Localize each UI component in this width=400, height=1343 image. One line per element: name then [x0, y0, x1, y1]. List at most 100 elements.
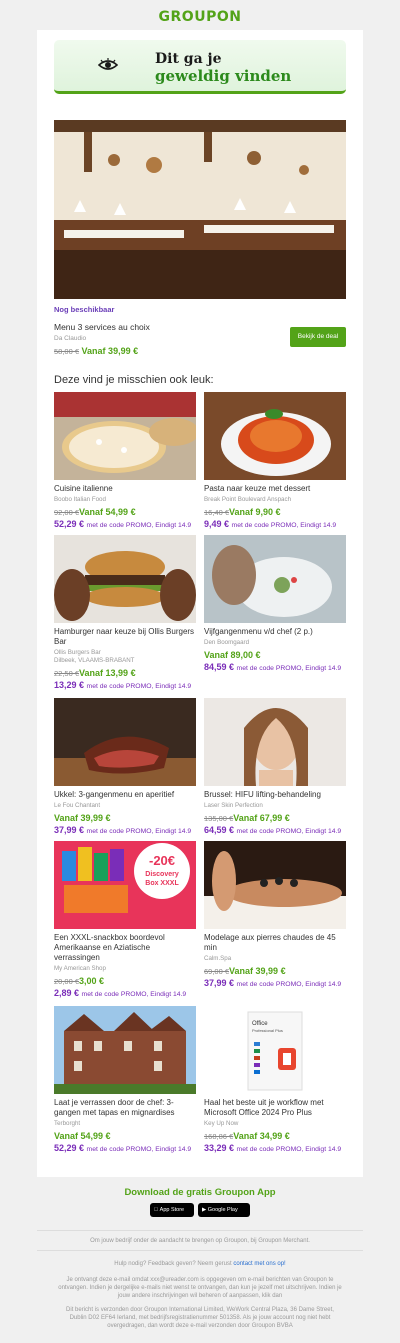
app-store-button[interactable]:  App Store [150, 1203, 194, 1217]
deal-name[interactable]: Een XXXL-snackbox boordevol Amerikaanse … [54, 933, 196, 963]
deal-old-price: 16,40 € [204, 508, 230, 517]
deal-image[interactable] [54, 698, 196, 786]
deal-card-office[interactable]: Office Professional Plus Haal het beste … [204, 1006, 346, 1153]
legal-text-1: Je ontvangt deze e-mail omdat xxx@ureade… [58, 1277, 342, 1299]
deal-merchant: My American Shop [54, 965, 106, 972]
snackbox-badge-discovery: Discovery [145, 871, 179, 878]
deal-merchant: Break Point Boulevard Anspach [204, 496, 292, 503]
deal-name[interactable]: Modelage aux pierres chaudes de 45 min [204, 933, 346, 953]
deal-promo: 37,99 € met de code PROMO, Eindigt 14.9 [204, 978, 346, 988]
deal-merchant: Ollis Burgers Bar [54, 649, 101, 656]
deal-promo-text: met de code PROMO, Eindigt 14.9 [231, 522, 337, 529]
deal-old-price: 135,00 € [204, 814, 234, 823]
play-icon: ▶ [202, 1207, 207, 1213]
deal-card-terborght[interactable]: Laat je verrassen door de chef: 3-gangen… [54, 1006, 196, 1153]
deal-old-price: 22,50 € [54, 669, 80, 678]
deal-new-price: Vanaf 67,99 € [233, 813, 290, 823]
deal-promo-price: 33,29 € [204, 1143, 235, 1153]
deal-image[interactable] [54, 1006, 196, 1094]
deal-card-vijfgangenmenu[interactable]: Vijfgangenmenu v/d chef (2 p.) Den Boomg… [204, 535, 346, 672]
deal-price: 92,00 €Vanaf 54,99 € [54, 507, 196, 517]
apple-icon:  [154, 1207, 158, 1213]
deal-card-hamburger[interactable]: Hamburger naar keuze bij Ollis Burgers B… [54, 535, 196, 690]
office-box-subtitle: Professional Plus [252, 1028, 283, 1033]
hero-merchant: Da Claudio [54, 335, 87, 342]
deal-name[interactable]: Pasta naar keuze met dessert [204, 484, 346, 494]
deal-promo-text: met de code PROMO, Eindigt 14.9 [236, 665, 342, 672]
deal-promo: 52,29 € met de code PROMO, Eindigt 14.9 [54, 1143, 196, 1153]
google-play-button[interactable]: ▶ Google Play [198, 1203, 250, 1217]
app-download-title: Download de gratis Groupon App [124, 1187, 276, 1198]
view-deal-button[interactable]: Bekijk de deal [290, 327, 346, 347]
eye-icon [98, 58, 118, 70]
deal-card-ukkel[interactable]: Ukkel: 3-gangenmenu en aperitief Le Fou … [54, 698, 196, 835]
deal-location: Dilbeek, VLAAMS-BRABANT [54, 657, 135, 664]
deal-image[interactable] [204, 841, 346, 929]
deal-promo-text: met de code PROMO, Eindigt 14.9 [236, 981, 342, 988]
deal-promo: 13,29 € met de code PROMO, Eindigt 14.9 [54, 680, 196, 690]
deal-card-cuisine-italienne[interactable]: Cuisine italienne Boobo Italian Food 92,… [54, 392, 196, 529]
deal-promo: 37,99 € met de code PROMO, Eindigt 14.9 [54, 825, 196, 835]
deal-new-price: Vanaf 39,99 € [54, 813, 111, 823]
help-line: Hulp nodig? Feedback geven? Neem gerust … [58, 1260, 342, 1268]
deal-promo-price: 2,89 € [54, 988, 80, 998]
deal-old-price: 168,86 € [204, 1132, 234, 1141]
banner-line-2: geweldig vinden [155, 67, 292, 85]
availability-label: Nog beschikbaar [54, 305, 115, 314]
deal-old-price: 20,00 € [54, 977, 80, 986]
hero-new-price: Vanaf 39,99 € [81, 346, 139, 356]
deal-image[interactable] [204, 392, 346, 480]
contact-link[interactable]: contact met ons op! [233, 1261, 285, 1267]
deal-promo: 33,29 € met de code PROMO, Eindigt 14.9 [204, 1143, 346, 1153]
footer-divider [37, 1230, 363, 1231]
deal-promo: 9,49 € met de code PROMO, Eindigt 14.9 [204, 519, 346, 529]
deal-merchant: Terborght [54, 1120, 81, 1127]
deal-image[interactable] [54, 535, 196, 623]
deal-image[interactable]: Office Professional Plus [204, 1006, 346, 1094]
deal-card-hifu[interactable]: Brussel: HIFU lifting-behandeling Laser … [204, 698, 346, 835]
deal-image[interactable]: -20€ Discovery Box XXXL [54, 841, 196, 929]
deal-image[interactable] [204, 698, 346, 786]
deal-image[interactable] [54, 392, 196, 480]
deal-merchant: Den Boomgaard [204, 639, 250, 646]
hero-deal-title[interactable]: Menu 3 services au choix [54, 322, 150, 332]
deal-promo-price: 52,29 € [54, 1143, 85, 1153]
deal-price: Vanaf 54,99 € [54, 1131, 196, 1141]
deal-name[interactable]: Haal het beste uit je workflow met Micro… [204, 1098, 346, 1118]
deal-promo-price: 37,99 € [54, 825, 85, 835]
deal-card-pasta[interactable]: Pasta naar keuze met dessert Break Point… [204, 392, 346, 529]
deal-promo-price: 64,59 € [204, 825, 235, 835]
deal-name[interactable]: Hamburger naar keuze bij Ollis Burgers B… [54, 627, 196, 647]
hero-deal-image[interactable] [54, 120, 346, 299]
merchant-note: Om jouw bedrijf onder de aandacht te bre… [90, 1238, 310, 1244]
email-card: Dit ga je geweldig vinden Nog beschikbaa… [37, 30, 363, 1177]
deal-promo-text: met de code PROMO, Eindigt 14.9 [236, 1146, 342, 1153]
deal-name[interactable]: Brussel: HIFU lifting-behandeling [204, 790, 346, 800]
deal-card-snackbox[interactable]: -20€ Discovery Box XXXL Een XXXL-snackbo… [54, 841, 196, 998]
office-box-title: Office [252, 1021, 268, 1027]
deal-price: 69,00 €Vanaf 39,99 € [204, 966, 346, 976]
deal-promo-text: met de code PROMO, Eindigt 14.9 [86, 683, 192, 690]
deal-old-price: 92,00 € [54, 508, 80, 517]
deal-name[interactable]: Cuisine italienne [54, 484, 196, 494]
deal-new-price: Vanaf 89,00 € [204, 650, 261, 660]
deal-card-modelage[interactable]: Modelage aux pierres chaudes de 45 min C… [204, 841, 346, 988]
deal-new-price: Vanaf 34,99 € [233, 1131, 290, 1141]
deal-new-price: Vanaf 9,90 € [229, 507, 281, 517]
deal-promo-text: met de code PROMO, Eindigt 14.9 [81, 991, 187, 998]
deal-promo-text: met de code PROMO, Eindigt 14.9 [86, 828, 192, 835]
deal-merchant: Boobo Italian Food [54, 496, 106, 503]
deal-promo: 84,59 € met de code PROMO, Eindigt 14.9 [204, 662, 346, 672]
deal-name[interactable]: Vijfgangenmenu v/d chef (2 p.) [204, 627, 346, 637]
deal-new-price: Vanaf 54,99 € [54, 1131, 111, 1141]
deal-promo-text: met de code PROMO, Eindigt 14.9 [236, 828, 342, 835]
deal-merchant: Key Up Now [204, 1120, 239, 1127]
section-title: Deze vind je misschien ook leuk: [54, 374, 214, 386]
banner-line-1: Dit ga je [155, 51, 222, 67]
deal-new-price: Vanaf 54,99 € [79, 507, 136, 517]
deal-image[interactable] [204, 535, 346, 623]
deal-name[interactable]: Laat je verrassen door de chef: 3-gangen… [54, 1098, 196, 1118]
deal-name[interactable]: Ukkel: 3-gangenmenu en aperitief [54, 790, 196, 800]
groupon-logo[interactable]: GROUPON [0, 0, 400, 30]
deal-promo-price: 37,99 € [204, 978, 235, 988]
